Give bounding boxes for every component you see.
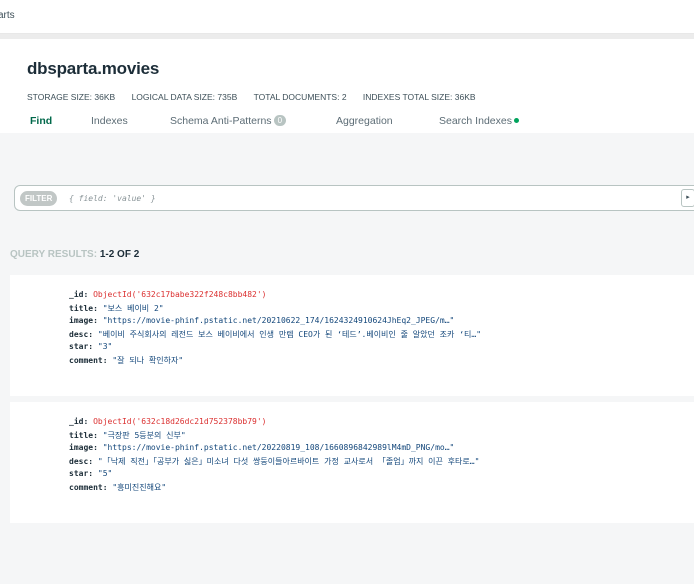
field-value: ObjectId('632c17babe322f248c8bb482') <box>93 290 267 299</box>
stat-value: 36KB <box>454 92 476 102</box>
count-badge: 0 <box>273 115 287 126</box>
field-key: star: <box>69 342 94 351</box>
page-title: dbsparta.movies <box>27 59 160 78</box>
logical-size-stat: LOGICAL DATA SIZE: 735B <box>132 92 238 102</box>
filter-input[interactable] <box>69 189 669 208</box>
field-value: "베이비 주식회사의 레전드 보스 베이비에서 인생 만렙 CEO가 된 ‘테드… <box>97 330 482 339</box>
field-value: "흥미진진해요" <box>112 483 167 492</box>
field-value: "잘 되나 확인하자" <box>112 356 184 365</box>
collection-header: dbsparta.movies STORAGE SIZE: 36KB LOGIC… <box>0 39 694 133</box>
field-key: desc: <box>69 457 94 466</box>
field-star: star: "5" <box>69 469 112 478</box>
results-label: QUERY RESULTS: <box>10 249 98 260</box>
tab-label: Schema Anti-Patterns <box>170 115 272 127</box>
field-value: "극장판 5등분의 신부" <box>102 431 186 440</box>
field-key: image: <box>69 316 98 325</box>
field-key: image: <box>69 443 98 452</box>
field-key: title: <box>69 304 98 313</box>
filter-label: FILTER <box>20 191 58 206</box>
top-bar: arts <box>0 0 694 34</box>
field-comment: comment: "잘 되나 확인하자" <box>69 355 183 366</box>
field-title: title: "극장판 5등분의 신부" <box>69 430 186 441</box>
expand-options-button[interactable]: ▸ <box>681 189 694 207</box>
stat-value: 2 <box>341 92 347 102</box>
field-id: _id: ObjectId('632c17babe322f248c8bb482'… <box>69 290 266 299</box>
field-star: star: "3" <box>69 342 112 351</box>
field-desc: desc: "베이비 주식회사의 레전드 보스 베이비에서 인생 만렙 CEO가… <box>69 329 481 340</box>
tab-find[interactable]: Find <box>30 115 52 127</box>
field-id: _id: ObjectId('632c18d26dc21d752378bb79'… <box>69 417 266 426</box>
field-title: title: "보스 베이비 2" <box>69 303 164 314</box>
field-value: "「낙제 직전」「공부가 싫은」미소녀 다섯 쌍둥이들아르바이트 가정 교사로서… <box>97 457 480 466</box>
field-value: "보스 베이비 2" <box>102 304 164 313</box>
field-key: title: <box>69 431 98 440</box>
query-results-summary: QUERY RESULTS: 1-2 OF 2 <box>10 249 139 260</box>
query-bar: FILTER ▸ <box>14 185 694 211</box>
field-key: _id: <box>69 417 89 426</box>
field-value: ObjectId('632c18d26dc21d752378bb79') <box>93 417 267 426</box>
tab-indexes[interactable]: Indexes <box>91 115 128 127</box>
stat-label: LOGICAL DATA SIZE: <box>131 92 216 102</box>
status-dot-icon <box>513 118 519 123</box>
field-value: "https://movie-phinf.pstatic.net/2021062… <box>102 316 455 325</box>
breadcrumb[interactable]: arts <box>0 10 15 21</box>
document-card[interactable]: _id: ObjectId('632c18d26dc21d752378bb79'… <box>10 402 694 523</box>
field-value: "5" <box>97 469 113 478</box>
field-key: comment: <box>69 356 108 365</box>
field-value: "3" <box>97 342 113 351</box>
stat-label: STORAGE SIZE: <box>27 92 93 102</box>
tab-schema-anti-patterns[interactable]: Schema Anti-Patterns 0 <box>170 115 287 127</box>
document-card[interactable]: _id: ObjectId('632c17babe322f248c8bb482'… <box>10 275 694 396</box>
field-desc: desc: "「낙제 직전」「공부가 싫은」미소녀 다섯 쌍둥이들아르바이트 가… <box>69 456 479 467</box>
tab-aggregation[interactable]: Aggregation <box>336 115 393 127</box>
stat-value: 36KB <box>94 92 116 102</box>
field-image: image: "https://movie-phinf.pstatic.net/… <box>69 316 454 325</box>
field-comment: comment: "흥미진진해요" <box>69 482 166 493</box>
field-key: _id: <box>69 290 89 299</box>
field-value: "https://movie-phinf.pstatic.net/2022081… <box>102 443 455 452</box>
results-count: 1-2 OF 2 <box>99 249 140 260</box>
stat-value: 735B <box>217 92 238 102</box>
tab-label: Search Indexes <box>439 115 512 127</box>
collection-tabs: Find Indexes Schema Anti-Patterns 0 Aggre… <box>0 112 694 132</box>
field-key: comment: <box>69 483 108 492</box>
stat-label: INDEXES TOTAL SIZE: <box>362 92 453 102</box>
tab-search-indexes[interactable]: Search Indexes <box>439 115 519 127</box>
collection-stats: STORAGE SIZE: 36KB LOGICAL DATA SIZE: 73… <box>27 92 490 102</box>
field-image: image: "https://movie-phinf.pstatic.net/… <box>69 443 454 452</box>
field-key: desc: <box>69 330 94 339</box>
total-documents-stat: TOTAL DOCUMENTS: 2 <box>254 92 347 102</box>
storage-size-stat: STORAGE SIZE: 36KB <box>27 92 115 102</box>
stat-label: TOTAL DOCUMENTS: <box>253 92 340 102</box>
indexes-size-stat: INDEXES TOTAL SIZE: 36KB <box>363 92 476 102</box>
field-key: star: <box>69 469 94 478</box>
